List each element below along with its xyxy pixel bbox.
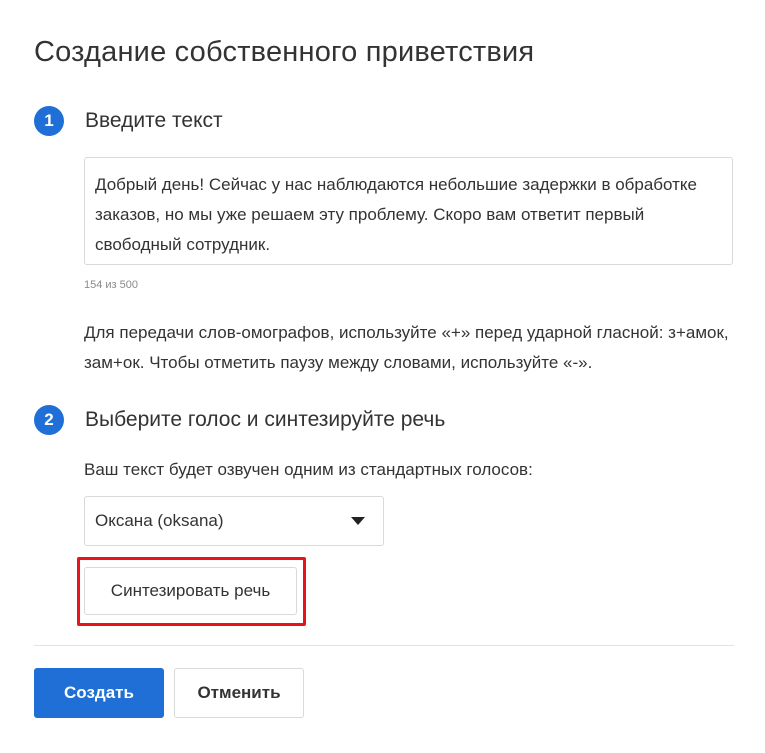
step-1-title: Введите текст bbox=[85, 109, 223, 132]
step-2-number: 2 bbox=[34, 405, 64, 435]
cancel-button[interactable]: Отменить bbox=[174, 668, 304, 718]
step-1-header: 1 Введите текст bbox=[34, 106, 223, 136]
voice-select[interactable]: Оксана (oksana) bbox=[84, 496, 384, 546]
step-1-number: 1 bbox=[34, 106, 64, 136]
create-button[interactable]: Создать bbox=[34, 668, 164, 718]
page-title: Создание собственного приветствия bbox=[34, 36, 535, 68]
homograph-hint: Для передачи слов-омографов, используйте… bbox=[84, 323, 729, 372]
caret-down-icon bbox=[351, 517, 365, 525]
step-2-title: Выберите голос и синтезируйте речь bbox=[85, 408, 446, 431]
step-2-header: 2 Выберите голос и синтезируйте речь bbox=[34, 405, 445, 435]
greeting-text-input[interactable]: Добрый день! Сейчас у нас наблюдаются не… bbox=[84, 157, 733, 265]
footer-divider bbox=[34, 645, 734, 646]
synthesize-button[interactable]: Синтезировать речь bbox=[84, 567, 297, 615]
character-counter: 154 из 500 bbox=[84, 279, 139, 291]
voice-select-value: Оксана (oksana) bbox=[95, 511, 224, 530]
voice-label: Ваш текст будет озвучен одним из стандар… bbox=[84, 460, 533, 479]
